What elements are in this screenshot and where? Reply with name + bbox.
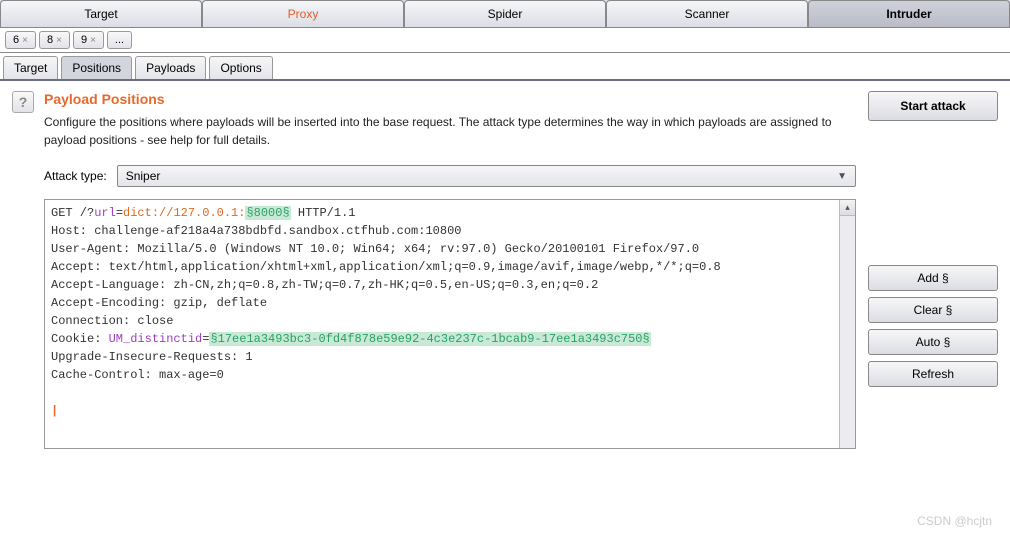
num-tab-8[interactable]: 8× — [39, 31, 70, 49]
req-line: Cache-Control: max-age=0 — [51, 368, 224, 382]
req-line: Accept-Language: zh-CN,zh;q=0.8,zh-TW;q=… — [51, 278, 598, 292]
chevron-down-icon: ▼ — [837, 171, 847, 182]
req-text: = — [116, 206, 123, 220]
num-tab-label: ... — [115, 34, 124, 46]
start-attack-button[interactable]: Start attack — [868, 91, 998, 121]
tab-spider[interactable]: Spider — [404, 0, 606, 27]
header-row: ? Payload Positions Configure the positi… — [12, 91, 856, 449]
close-icon[interactable]: × — [90, 35, 96, 46]
help-button[interactable]: ? — [12, 91, 34, 113]
subtab-payloads[interactable]: Payloads — [135, 56, 206, 79]
scrollbar[interactable]: ▴ — [839, 200, 855, 448]
scroll-up-icon[interactable]: ▴ — [840, 200, 855, 216]
spacer — [868, 127, 998, 259]
num-tab-9[interactable]: 9× — [73, 31, 104, 49]
req-text: HTTP/1.1 — [291, 206, 356, 220]
request-editor-wrap: GET /?url=dict://127.0.0.1:§8000§ HTTP/1… — [44, 199, 856, 449]
tab-intruder[interactable]: Intruder — [808, 0, 1010, 27]
req-line: Host: challenge-af218a4a738bdbfd.sandbox… — [51, 224, 461, 238]
req-text: GET /? — [51, 206, 94, 220]
left-column: ? Payload Positions Configure the positi… — [12, 91, 856, 457]
page-title: Payload Positions — [44, 91, 856, 107]
req-line: Upgrade-Insecure-Requests: 1 — [51, 350, 253, 364]
clear-marker-button[interactable]: Clear § — [868, 297, 998, 323]
payload-marker: §8000§ — [245, 206, 290, 220]
auto-marker-button[interactable]: Auto § — [868, 329, 998, 355]
num-tab-6[interactable]: 6× — [5, 31, 36, 49]
content-area: ? Payload Positions Configure the positi… — [0, 81, 1010, 463]
req-value: dict://127.0.0.1: — [123, 206, 245, 220]
attack-type-row: Attack type: Sniper ▼ — [44, 165, 856, 187]
attack-type-select[interactable]: Sniper ▼ — [117, 165, 856, 187]
add-marker-button[interactable]: Add § — [868, 265, 998, 291]
right-column: Start attack Add § Clear § Auto § Refres… — [868, 91, 998, 457]
numbered-tabs-row: 6× 8× 9× ... — [0, 28, 1010, 53]
req-line: Connection: close — [51, 314, 173, 328]
subtab-positions[interactable]: Positions — [61, 56, 132, 79]
req-param: url — [94, 206, 116, 220]
req-text: Cookie: — [51, 332, 109, 346]
close-icon[interactable]: × — [56, 35, 62, 46]
attack-type-label: Attack type: — [44, 169, 107, 183]
tab-scanner[interactable]: Scanner — [606, 0, 808, 27]
tab-target[interactable]: Target — [0, 0, 202, 27]
subtab-options[interactable]: Options — [209, 56, 272, 79]
num-tab-label: 8 — [47, 34, 53, 46]
request-editor[interactable]: GET /?url=dict://127.0.0.1:§8000§ HTTP/1… — [44, 199, 856, 449]
req-line: User-Agent: Mozilla/5.0 (Windows NT 10.0… — [51, 242, 699, 256]
page-description: Configure the positions where payloads w… — [44, 113, 856, 149]
attack-type-value: Sniper — [126, 169, 161, 183]
num-tab-label: 9 — [81, 34, 87, 46]
cursor-icon: | — [51, 404, 58, 418]
tab-proxy[interactable]: Proxy — [202, 0, 404, 27]
close-icon[interactable]: × — [22, 35, 28, 46]
payload-marker: §17ee1a3493bc3-0fd4f878e59e92-4c3e237c-1… — [209, 332, 650, 346]
num-tab-more[interactable]: ... — [107, 31, 132, 49]
refresh-button[interactable]: Refresh — [868, 361, 998, 387]
top-tab-bar: Target Proxy Spider Scanner Intruder — [0, 0, 1010, 28]
watermark: CSDN @hcjtn — [917, 514, 992, 528]
req-line: Accept: text/html,application/xhtml+xml,… — [51, 260, 721, 274]
req-param: UM_distinctid — [109, 332, 203, 346]
subtab-target[interactable]: Target — [3, 56, 58, 79]
num-tab-label: 6 — [13, 34, 19, 46]
intruder-subtabs: Target Positions Payloads Options — [0, 53, 1010, 81]
req-line: Accept-Encoding: gzip, deflate — [51, 296, 267, 310]
